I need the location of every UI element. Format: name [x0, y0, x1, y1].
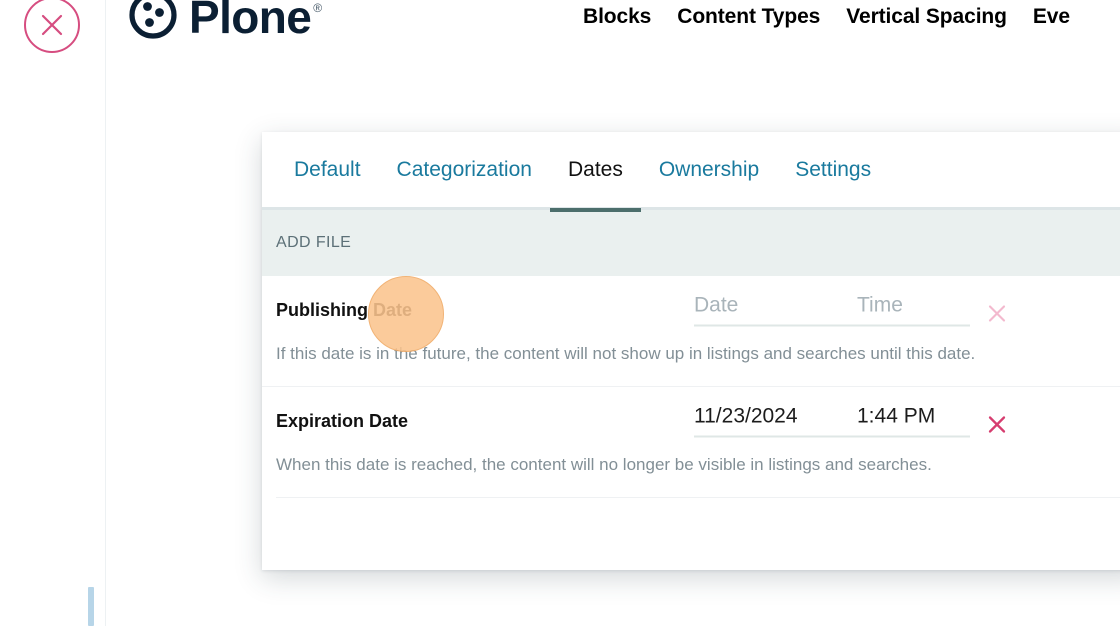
tab-categorization[interactable]: Categorization	[379, 131, 550, 209]
close-modal-button[interactable]	[24, 0, 80, 53]
close-icon	[988, 305, 1006, 322]
publishing-date-inputs: Date Time	[694, 294, 1009, 327]
expiration-date-label: Expiration Date	[276, 410, 409, 431]
expiration-datetime-group[interactable]: 11/23/2024 1:44 PM	[694, 405, 970, 438]
tab-settings[interactable]: Settings	[777, 131, 889, 209]
expiration-date-input[interactable]: 11/23/2024	[694, 405, 857, 429]
tab-dates[interactable]: Dates	[549, 131, 641, 212]
expiration-date-help-text: When this date is reached, the content w…	[276, 455, 932, 474]
close-icon	[988, 416, 1006, 433]
tab-bar: Default Categorization Dates Ownership S…	[262, 131, 1120, 212]
publishing-date-clear-button[interactable]	[985, 302, 1009, 326]
nav-item-events[interactable]: Eve	[1033, 5, 1070, 29]
plone-logo-icon	[129, 0, 177, 39]
left-rail-divider	[105, 0, 106, 626]
nav-item-blocks[interactable]: Blocks	[583, 5, 651, 29]
nav-item-vertical-spacing[interactable]: Vertical Spacing	[846, 5, 1007, 29]
expiration-date-row: Expiration Date 11/23/2024 1:44 PM	[276, 387, 1120, 455]
brand-name: Plone	[189, 0, 312, 43]
publishing-date-label: Publishing Date	[276, 299, 413, 320]
brand-logo[interactable]: Plone ®	[128, 0, 322, 40]
main-navigation: Blocks Content Types Vertical Spacing Ev…	[583, 0, 1070, 34]
expiration-date-inputs: 11/23/2024 1:44 PM	[694, 405, 1009, 438]
close-icon	[41, 14, 63, 36]
field-divider-bottom	[276, 497, 1120, 498]
publishing-date-help-text: If this date is in the future, the conte…	[276, 344, 976, 363]
expiration-time-input[interactable]: 1:44 PM	[857, 405, 935, 429]
section-header: ADD FILE	[262, 210, 1120, 276]
publishing-datetime-group[interactable]: Date Time	[694, 294, 970, 327]
expiration-date-clear-button[interactable]	[985, 413, 1009, 437]
top-bar: Plone ® Blocks Content Types Vertical Sp…	[0, 0, 1120, 53]
publishing-date-input[interactable]: Date	[694, 294, 857, 318]
publishing-time-input[interactable]: Time	[857, 294, 903, 318]
registered-trademark-mark: ®	[313, 1, 323, 15]
content-edit-panel: Default Categorization Dates Ownership S…	[262, 132, 1120, 570]
publishing-date-field: Publishing Date Date Time If this date i…	[262, 276, 1120, 386]
expiration-date-field: Expiration Date 11/23/2024 1:44 PM When …	[262, 387, 1120, 497]
section-header-label: ADD FILE	[276, 234, 352, 251]
tab-default[interactable]: Default	[276, 131, 379, 209]
tab-ownership[interactable]: Ownership	[641, 131, 777, 209]
left-rail-marker	[88, 587, 94, 626]
publishing-date-row: Publishing Date Date Time	[276, 276, 1120, 344]
nav-item-content-types[interactable]: Content Types	[677, 5, 820, 29]
